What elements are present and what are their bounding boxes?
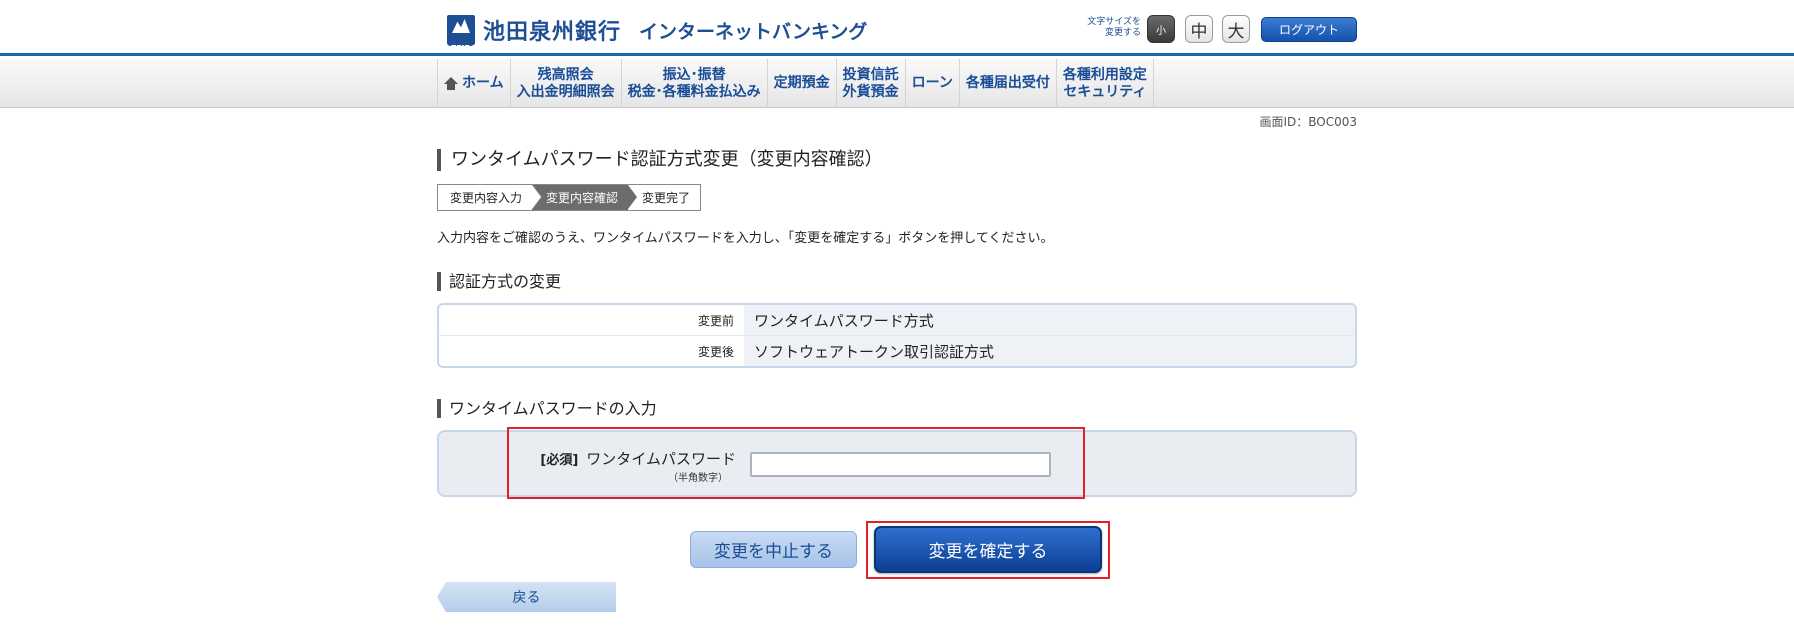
home-icon: [444, 77, 458, 90]
page-title: ワンタイムパスワード認証方式変更（変更内容確認）: [437, 149, 883, 171]
font-size-small-button[interactable]: 小: [1147, 15, 1175, 43]
nav-settings-label-2: セキュリティ: [1063, 83, 1147, 100]
font-size-label: 文字サイズを 変更する: [1073, 17, 1141, 39]
nav-transfer-label-2: 税金･各種料金払込み: [627, 83, 761, 100]
bank-name: 池田泉州銀行: [483, 20, 622, 45]
font-size-medium-button[interactable]: 中: [1185, 15, 1213, 43]
bank-logo[interactable]: 池田泉州銀行 インターネットバンキング: [447, 12, 867, 48]
page-header: 池田泉州銀行 インターネットバンキング SIHD 文字サイズを 変更する 小 中…: [0, 0, 1794, 56]
nav-home-label: ホーム: [462, 75, 504, 91]
after-label: 変更後: [439, 336, 744, 366]
nav-home[interactable]: ホーム: [438, 59, 511, 108]
nav-balance[interactable]: 残高照会 入出金明細照会: [511, 59, 622, 108]
main-nav: ホーム 残高照会 入出金明細照会 振込･振替 税金･各種料金払込み 定期預金 投…: [437, 59, 1154, 108]
logo-subtext: SIHD: [448, 41, 477, 48]
font-size-label-line2: 変更する: [1104, 28, 1141, 38]
table-row: 変更後 ソフトウェアトークン取引認証方式: [439, 336, 1355, 366]
nav-forms[interactable]: 各種届出受付: [960, 59, 1057, 108]
step-input: 変更内容入力: [438, 185, 543, 210]
screen-id: 画面ID：BOC003: [1259, 115, 1357, 129]
nav-balance-label-2: 入出金明細照会: [516, 83, 615, 100]
confirm-highlight-frame: [866, 521, 1110, 579]
before-label: 変更前: [439, 305, 744, 335]
nav-balance-label-1: 残高照会: [537, 66, 594, 83]
nav-loan[interactable]: ローン: [906, 59, 960, 108]
back-button[interactable]: 戻る: [437, 582, 616, 612]
after-value: ソフトウェアトークン取引認証方式: [744, 336, 1355, 366]
nav-settings-label-1: 各種利用設定: [1062, 66, 1147, 83]
nav-transfer[interactable]: 振込･振替 税金･各種料金払込み: [622, 59, 768, 108]
auth-change-table: 変更前 ワンタイムパスワード方式 変更後 ソフトウェアトークン取引認証方式: [437, 303, 1357, 368]
service-name: インターネットバンキング: [639, 20, 868, 43]
section-title-otp: ワンタイムパスワードの入力: [437, 399, 657, 418]
font-size-large-button[interactable]: 大: [1222, 15, 1250, 43]
nav-investment-label-1: 投資信託: [842, 66, 899, 83]
otp-highlight-frame: [507, 427, 1085, 499]
nav-investment-label-2: 外貨預金: [842, 83, 899, 100]
main-nav-bar: ホーム 残高照会 入出金明細照会 振込･振替 税金･各種料金払込み 定期預金 投…: [0, 59, 1794, 108]
step-confirm: 変更内容確認: [532, 185, 638, 210]
table-row: 変更前 ワンタイムパスワード方式: [439, 305, 1355, 336]
instruction-text: 入力内容をご確認のうえ、ワンタイムパスワードを入力し、「変更を確定する」ボタンを…: [437, 231, 1054, 246]
section-title-auth: 認証方式の変更: [437, 272, 561, 291]
logout-button[interactable]: ログアウト: [1261, 17, 1357, 42]
step-complete: 変更完了: [642, 191, 691, 205]
nav-transfer-label-1: 振込･振替: [662, 66, 726, 83]
before-value: ワンタイムパスワード方式: [744, 305, 1355, 335]
nav-investment[interactable]: 投資信託 外貨預金: [837, 59, 906, 108]
step-indicator: 変更内容入力 変更内容確認 変更完了: [437, 184, 702, 211]
nav-settings[interactable]: 各種利用設定 セキュリティ: [1057, 59, 1154, 108]
cancel-change-button[interactable]: 変更を中止する: [690, 531, 857, 568]
nav-deposit[interactable]: 定期預金: [768, 59, 837, 108]
font-size-label-line1: 文字サイズを: [1087, 17, 1141, 27]
